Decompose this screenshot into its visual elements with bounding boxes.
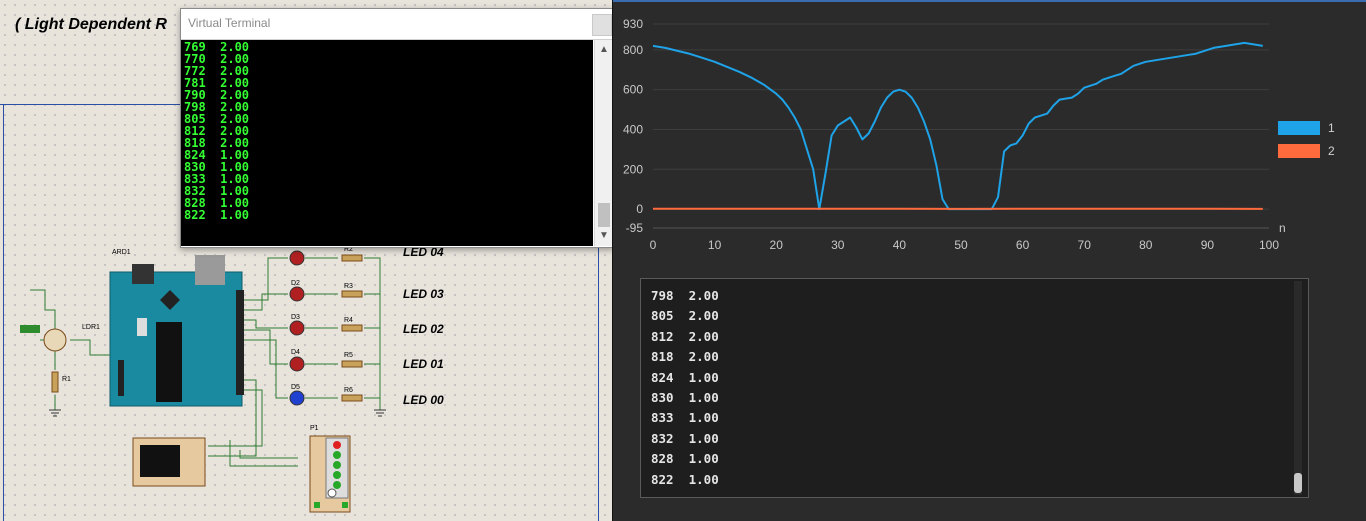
- scroll-down-icon[interactable]: ▼: [595, 228, 612, 244]
- label-d2: D2: [291, 280, 300, 287]
- terminal-line: 822 1.00: [184, 208, 250, 222]
- terminal-component: [132, 437, 206, 487]
- console-line: 824 1.00: [651, 369, 719, 385]
- ldr-indicator: [20, 325, 40, 333]
- console-scrollbar[interactable]: [1294, 281, 1302, 495]
- console-line: 830 1.00: [651, 390, 719, 406]
- close-button[interactable]: [592, 14, 612, 36]
- label-d5: D5: [291, 384, 300, 391]
- virtual-terminal-window[interactable]: Virtual Terminal 769 2.00 770 2.00 772 2.0…: [180, 8, 612, 248]
- x-axis-label: n: [1279, 221, 1286, 235]
- console-line: 798 2.00: [651, 288, 719, 303]
- serial-console[interactable]: 798 2.00 805 2.00 812 2.00 818 2.00 824 1.00…: [640, 278, 1309, 498]
- led-label-03: LED 03: [403, 287, 444, 301]
- legend-item-2[interactable]: 2: [1278, 140, 1335, 162]
- virtual-terminal-screen[interactable]: 769 2.00 770 2.00 772 2.00 781 2.00 790 2.00…: [181, 40, 593, 246]
- label-r6: R6: [344, 387, 353, 394]
- serial-console-output: 798 2.00 805 2.00 812 2.00 818 2.00 824 1.00…: [641, 279, 1308, 490]
- y-tick-label: 200: [623, 162, 643, 176]
- label-r1: R1: [62, 376, 71, 383]
- x-tick-label: 0: [650, 238, 657, 252]
- virtual-terminal-titlebar[interactable]: Virtual Terminal: [181, 9, 612, 40]
- label-p1: P1: [310, 425, 319, 432]
- scroll-up-icon[interactable]: ▲: [595, 42, 612, 58]
- chart-legend: 1 2: [1278, 117, 1335, 163]
- series-line-1: [652, 41, 1263, 211]
- x-tick-label: 30: [831, 238, 845, 252]
- console-line: 818 2.00: [651, 349, 719, 365]
- console-line: 805 2.00: [651, 308, 719, 324]
- label-r4: R4: [344, 317, 353, 324]
- legend-item-1[interactable]: 1: [1278, 117, 1335, 139]
- y-tick-label: 0: [636, 202, 643, 216]
- console-line: 833 1.00: [651, 410, 719, 426]
- virtual-terminal-scrollbar[interactable]: ▲ ▼: [594, 40, 612, 246]
- led-label-01: LED 01: [403, 357, 444, 371]
- x-tick-label: 20: [770, 238, 784, 252]
- console-line: 832 1.00: [651, 430, 719, 446]
- label-r5: R5: [344, 352, 353, 359]
- label-d4: D4: [291, 349, 300, 356]
- label-d3: D3: [291, 314, 300, 321]
- x-tick-label: 100: [1259, 238, 1279, 252]
- legend-label-2: 2: [1328, 144, 1335, 158]
- leds: [289, 250, 305, 406]
- x-tick-label: 90: [1201, 238, 1215, 252]
- compim-component: [309, 435, 351, 513]
- y-tick-label: 930: [623, 17, 643, 31]
- legend-swatch-1: [1278, 121, 1320, 135]
- serial-plotter-panel: 930 800 600 400 200 0 -95 0 10 20 30 40 50 60 70 80 90 10…: [613, 0, 1366, 521]
- y-tick-label: 600: [623, 83, 643, 97]
- led-label-02: LED 02: [403, 322, 444, 336]
- led-label-00: LED 00: [403, 393, 444, 407]
- console-line: 828 1.00: [651, 451, 719, 467]
- x-tick-label: 40: [893, 238, 907, 252]
- scroll-thumb[interactable]: [598, 203, 610, 227]
- x-tick-label: 60: [1016, 238, 1030, 252]
- console-line: 812 2.00: [651, 328, 719, 344]
- y-tick-label: 800: [623, 43, 643, 57]
- label-r3: R3: [344, 283, 353, 290]
- legend-swatch-2: [1278, 144, 1320, 158]
- label-ldr1: LDR1: [82, 324, 100, 331]
- line-chart[interactable]: 930 800 600 400 200 0 -95 0 10 20 30 40 50 60 70 80 90 10…: [613, 0, 1366, 270]
- legend-label-1: 1: [1328, 121, 1335, 135]
- label-ard1: ARD1: [112, 249, 131, 256]
- console-scroll-thumb[interactable]: [1294, 473, 1302, 493]
- y-tick-label: -95: [626, 221, 644, 235]
- virtual-terminal-output: 769 2.00 770 2.00 772 2.00 781 2.00 790 2.00…: [181, 40, 593, 221]
- console-line: 822 1.00: [651, 471, 719, 487]
- arduino-board: [109, 255, 244, 407]
- schematic-canvas[interactable]: ( Light Dependent R ARD1 LDR1 R1 D2 D3 D…: [0, 0, 612, 521]
- ldr: [43, 328, 67, 352]
- x-tick-label: 70: [1078, 238, 1092, 252]
- y-tick-label: 400: [623, 122, 643, 136]
- x-tick-label: 80: [1139, 238, 1153, 252]
- x-tick-label: 10: [708, 238, 722, 252]
- virtual-terminal-title: Virtual Terminal: [188, 16, 271, 30]
- x-tick-label: 50: [954, 238, 968, 252]
